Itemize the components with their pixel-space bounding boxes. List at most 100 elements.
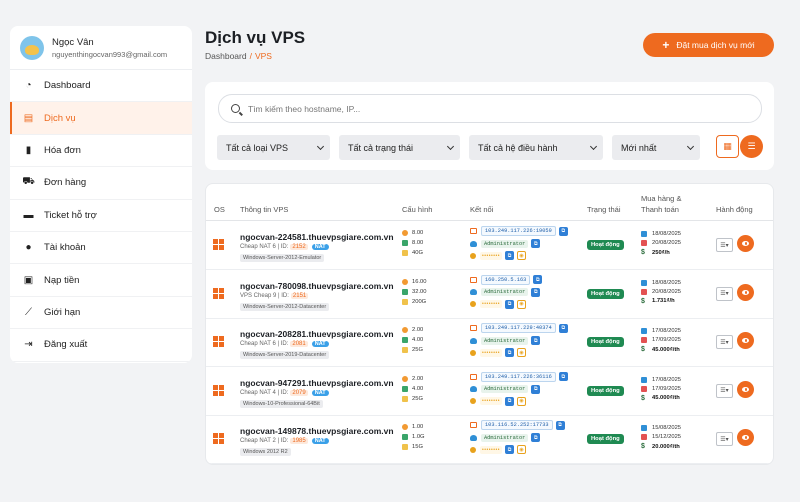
username[interactable]: Administrator: [481, 433, 529, 442]
sidebar-item-chart-line[interactable]: ⟋ Giới hạn: [10, 297, 192, 330]
col-connect: Kết nối: [470, 205, 494, 214]
sidebar-item-label: Hóa đơn: [44, 144, 81, 156]
username[interactable]: Administrator: [481, 239, 529, 248]
copy-user-icon[interactable]: ⧉: [531, 384, 541, 394]
copy-ip-icon[interactable]: ⧉: [558, 226, 568, 236]
show-password-icon[interactable]: ◉: [517, 348, 527, 358]
copy-password-icon[interactable]: ⧉: [505, 299, 515, 309]
vps-hostname[interactable]: ngocvan-224581.thuevpsgiare.com.vn: [240, 232, 394, 242]
vps-type-select[interactable]: Tất cả loại VPS: [217, 135, 330, 160]
view-button[interactable]: [737, 429, 754, 447]
sort-select[interactable]: Mới nhất: [612, 135, 700, 160]
user-icon: [470, 337, 477, 344]
eye-icon: [742, 386, 749, 392]
copy-password-icon[interactable]: ⧉: [505, 396, 515, 406]
disk-icon: [402, 298, 408, 305]
ip-address[interactable]: 103.249.117.226:36116: [481, 371, 556, 382]
col-info: Thông tin VPS: [240, 205, 289, 214]
sidebar-item-dashboard[interactable]: ◔ Dashboard: [10, 70, 192, 103]
actions-menu-button[interactable]: ☰▾: [716, 238, 733, 252]
copy-ip-icon[interactable]: ⧉: [558, 323, 568, 333]
username[interactable]: Administrator: [481, 288, 529, 297]
copy-ip-icon[interactable]: ⧉: [555, 420, 565, 430]
copy-ip-icon[interactable]: ⧉: [558, 372, 568, 382]
config-cpu: 2.00: [402, 327, 424, 334]
config-disk-value: 40G: [412, 250, 423, 256]
config-cpu-value: 2.00: [412, 375, 424, 382]
connection-ip: 103.116.52.252:17733 ⧉: [470, 420, 565, 431]
view-button[interactable]: [737, 332, 754, 350]
status-select[interactable]: Tất cả trạng thái: [339, 135, 460, 160]
search-box[interactable]: [218, 94, 762, 123]
copy-password-icon[interactable]: ⧉: [505, 445, 515, 455]
config-ram: 1.0G: [402, 434, 425, 441]
grid-view-button[interactable]: ▦: [716, 135, 739, 158]
password-masked: ••••••••: [480, 348, 503, 357]
os-select[interactable]: Tất cả hệ điều hành: [469, 135, 603, 160]
username[interactable]: Administrator: [481, 336, 529, 345]
logout-icon: ⇥: [24, 339, 33, 351]
actions-menu-button[interactable]: ☰▾: [716, 335, 733, 350]
breadcrumb-home[interactable]: Dashboard: [205, 51, 247, 61]
actions-menu-button[interactable]: ☰▾: [716, 286, 733, 301]
search-input[interactable]: [248, 103, 728, 114]
copy-user-icon[interactable]: ⧉: [531, 239, 541, 248]
view-button[interactable]: [737, 235, 754, 252]
ip-address[interactable]: 103.116.52.252:17733: [481, 420, 553, 431]
list-view-button[interactable]: ☰: [740, 135, 763, 158]
config-disk-value: 25G: [412, 395, 423, 402]
view-button[interactable]: [737, 283, 754, 301]
price-value: 250₫/h: [652, 249, 670, 256]
copy-password-icon[interactable]: ⧉: [505, 348, 515, 358]
show-password-icon[interactable]: ◉: [517, 445, 527, 455]
config-disk-value: 200G: [412, 298, 427, 305]
ip-address[interactable]: 103.249.117.229:40374: [481, 323, 556, 334]
nat-badge: NAT: [311, 244, 329, 250]
vps-hostname[interactable]: ngocvan-208281.thuevpsgiare.com.vn: [240, 329, 394, 339]
calendar-expiry-icon: [641, 385, 647, 392]
monitor-icon: [470, 276, 477, 283]
vps-id: 2081: [290, 341, 308, 348]
actions-menu-button[interactable]: ☰▾: [716, 383, 733, 398]
disk-icon: [402, 347, 408, 354]
user-icon: [470, 386, 477, 393]
sidebar-item-cart[interactable]: ⛟ Đơn hàng: [10, 167, 192, 200]
user-icon: [470, 434, 477, 441]
sidebar-item-user[interactable]: ● Tài khoản: [10, 232, 192, 265]
sidebar-item-label: Tài khoản: [44, 242, 86, 254]
order-new-service-button[interactable]: + Đặt mua dịch vụ mới: [643, 33, 774, 57]
config-cpu: 1.00: [402, 424, 423, 431]
password-masked: ••••••••: [480, 445, 503, 454]
view-button[interactable]: [737, 380, 754, 398]
connection-password: •••••••• ⧉ ◉: [470, 445, 527, 455]
breadcrumb-separator: /: [249, 51, 252, 61]
actions-menu-button[interactable]: ☰▾: [716, 432, 733, 447]
expiry-date: 17/09/2025: [641, 385, 681, 392]
sidebar-item-wallet[interactable]: ▣ Nạp tiền: [10, 264, 192, 297]
dollar-icon: $: [641, 443, 645, 451]
sidebar-item-server[interactable]: ▤ Dịch vụ: [10, 102, 192, 135]
copy-user-icon[interactable]: ⧉: [531, 433, 541, 443]
connection-password: •••••••• ⧉ ◉: [470, 251, 527, 260]
config-ram: 4.00: [402, 337, 423, 344]
sidebar-item-logout[interactable]: ⇥ Đăng xuất: [10, 329, 192, 362]
show-password-icon[interactable]: ◉: [517, 251, 527, 260]
username[interactable]: Administrator: [481, 385, 529, 394]
config-cpu-value: 2.00: [412, 327, 424, 334]
copy-ip-icon[interactable]: ⧉: [533, 275, 543, 285]
ip-address[interactable]: 160.250.5.163: [481, 274, 531, 285]
copy-user-icon[interactable]: ⧉: [531, 287, 541, 297]
sidebar-item-ticket[interactable]: ▬ Ticket hỗ trợ: [10, 200, 192, 232]
show-password-icon[interactable]: ◉: [517, 299, 527, 309]
copy-password-icon[interactable]: ⧉: [505, 251, 515, 260]
vps-hostname[interactable]: ngocvan-149878.thuevpsgiare.com.vn: [240, 426, 394, 436]
ip-address[interactable]: 103.249.117.226:19059: [481, 226, 556, 236]
sidebar-item-invoice[interactable]: ▮ Hóa đơn: [10, 135, 192, 168]
user-profile[interactable]: Ngọc Vân nguyenthingocvan993@gmail.com: [10, 26, 192, 70]
connection-ip: 103.249.117.226:19059 ⧉: [470, 226, 568, 236]
copy-user-icon[interactable]: ⧉: [531, 336, 541, 346]
show-password-icon[interactable]: ◉: [517, 396, 527, 406]
vps-hostname[interactable]: ngocvan-947291.thuevpsgiare.com.vn: [240, 378, 394, 388]
vps-hostname[interactable]: ngocvan-780098.thuevpsgiare.com.vn: [240, 281, 394, 291]
price: $45.000₫/th: [641, 395, 680, 402]
